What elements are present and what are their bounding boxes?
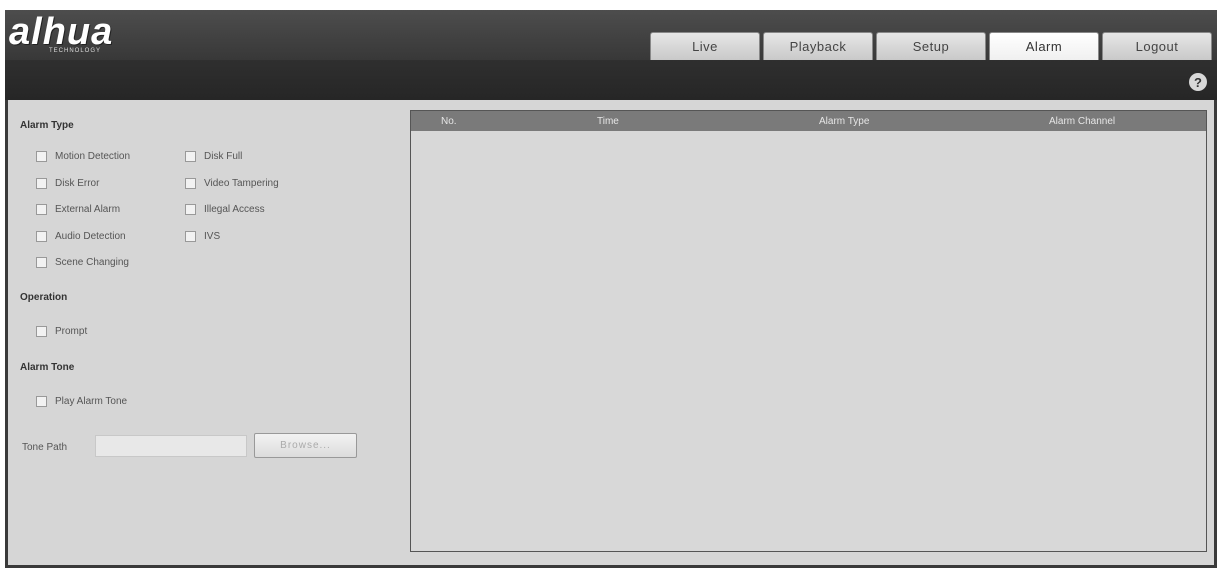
checkbox-disk-full[interactable]: Disk Full (185, 151, 242, 162)
checkbox-label: Video Tampering (204, 178, 279, 189)
toolbar: ? (5, 60, 1217, 100)
main-nav-tabs: Live Playback Setup Alarm Logout (650, 32, 1212, 60)
checkbox-label: Audio Detection (55, 231, 126, 242)
checkbox-disk-error[interactable]: Disk Error (36, 178, 99, 189)
alarm-tone-title: Alarm Tone (20, 362, 75, 373)
column-header-alarm-type: Alarm Type (819, 115, 870, 127)
checkbox-box[interactable] (36, 326, 47, 337)
checkbox-box[interactable] (185, 231, 196, 242)
table-header: No. Time Alarm Type Alarm Channel (411, 111, 1206, 131)
tab-playback[interactable]: Playback (763, 32, 873, 60)
checkbox-label: Scene Changing (55, 257, 129, 268)
checkbox-label: Illegal Access (204, 204, 265, 215)
column-header-no: No. (441, 115, 457, 127)
checkbox-label: Play Alarm Tone (55, 396, 128, 407)
checkbox-motion-detection[interactable]: Motion Detection (36, 151, 130, 162)
checkbox-scene-changing[interactable]: Scene Changing (36, 257, 129, 268)
brand-logo: alhua TECHNOLOGY (9, 11, 114, 54)
checkbox-box[interactable] (36, 151, 47, 162)
tab-setup[interactable]: Setup (876, 32, 986, 60)
checkbox-box[interactable] (185, 204, 196, 215)
checkbox-ivs[interactable]: IVS (185, 231, 220, 242)
checkbox-illegal-access[interactable]: Illegal Access (185, 204, 265, 215)
alarm-type-title: Alarm Type (20, 120, 74, 131)
checkbox-play-alarm-tone[interactable]: Play Alarm Tone (36, 396, 127, 407)
checkbox-box[interactable] (185, 178, 196, 189)
operation-title: Operation (20, 292, 68, 303)
tab-alarm[interactable]: Alarm (989, 32, 1099, 60)
checkbox-label: Prompt (55, 326, 88, 337)
checkbox-label: IVS (204, 231, 221, 242)
alarm-content: Alarm Type Motion Detection Disk Full Di… (8, 100, 1214, 565)
checkbox-prompt[interactable]: Prompt (36, 326, 87, 337)
alarm-event-table: No. Time Alarm Type Alarm Channel (410, 110, 1207, 552)
tone-path-input[interactable] (95, 435, 247, 457)
tab-logout[interactable]: Logout (1102, 32, 1212, 60)
logo-subtext: TECHNOLOGY (49, 48, 102, 54)
checkbox-box[interactable] (36, 231, 47, 242)
browse-button[interactable]: Browse... (254, 433, 357, 458)
checkbox-box[interactable] (36, 257, 47, 268)
checkbox-audio-detection[interactable]: Audio Detection (36, 231, 126, 242)
checkbox-label: External Alarm (55, 204, 121, 215)
checkbox-label: Disk Full (204, 151, 243, 162)
alarm-settings-panel: Alarm Type Motion Detection Disk Full Di… (8, 100, 406, 565)
checkbox-box[interactable] (36, 204, 47, 215)
checkbox-box[interactable] (185, 151, 196, 162)
logo-text: alhua (9, 11, 114, 53)
checkbox-label: Motion Detection (55, 151, 131, 162)
column-header-alarm-channel: Alarm Channel (1049, 115, 1116, 127)
tone-path-label: Tone Path (22, 442, 68, 453)
checkbox-external-alarm[interactable]: External Alarm (36, 204, 120, 215)
header-bar: alhua TECHNOLOGY Live Playback Setup Ala… (5, 10, 1217, 60)
help-icon[interactable]: ? (1189, 73, 1207, 91)
checkbox-box[interactable] (36, 396, 47, 407)
checkbox-video-tampering[interactable]: Video Tampering (185, 178, 279, 189)
checkbox-label: Disk Error (55, 178, 100, 189)
tab-live[interactable]: Live (650, 32, 760, 60)
column-header-time: Time (597, 115, 619, 127)
app-window: alhua TECHNOLOGY Live Playback Setup Ala… (5, 10, 1217, 568)
checkbox-box[interactable] (36, 178, 47, 189)
